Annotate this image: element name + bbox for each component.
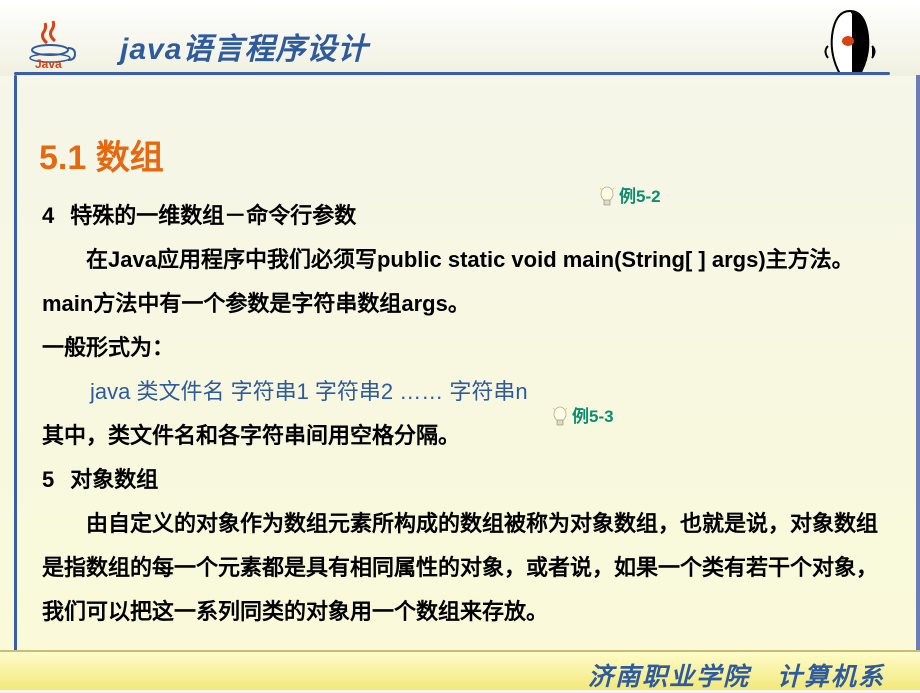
body-line: 在Java应用程序中我们必须写public static void main(S…	[42, 238, 890, 282]
subsection-number: 4	[42, 194, 54, 238]
subsection-4: 4 特殊的一维数组－命令行参数 在Java应用程序中我们必须写public st…	[42, 194, 890, 370]
java-logo-icon: Java	[25, 18, 87, 68]
header-bar: Java java语言程序设计	[0, 0, 920, 76]
lightbulb-icon	[597, 186, 617, 210]
example-label: 例5-2	[619, 187, 661, 206]
lightbulb-icon	[550, 406, 570, 430]
body-line: main方法中有一个参数是字符串数组args。	[42, 282, 890, 326]
footer-text: 济南职业学院 计算机系	[588, 657, 885, 693]
footer-dept: 计算机系	[777, 663, 885, 691]
duke-mascot-icon	[820, 6, 880, 82]
subsection-5: 5 对象数组 由自定义的对象作为数组元素所构成的数组被称为对象数组，也就是说，对…	[42, 458, 890, 634]
body-paragraph: 由自定义的对象作为数组元素所构成的数组被称为对象数组，也就是说，对象数组是指数组…	[42, 502, 890, 634]
page-title: java语言程序设计	[120, 24, 368, 68]
subsection-title: 特殊的一维数组－命令行参数	[70, 194, 356, 238]
svg-text:Java: Java	[35, 57, 62, 68]
body-line: 一般形式为：	[42, 326, 890, 370]
example-link-5-3[interactable]: 例5-3	[550, 402, 614, 430]
section-title: 5.1 数组	[39, 130, 890, 179]
footer-bar: 济南职业学院 计算机系	[0, 650, 920, 690]
right-divider	[916, 75, 920, 685]
example-link-5-2[interactable]: 例5-2	[597, 182, 661, 210]
subsection-title: 对象数组	[70, 458, 158, 502]
footer-school: 济南职业学院	[588, 663, 750, 691]
subsection-number: 5	[42, 458, 54, 502]
example-label: 例5-3	[572, 407, 614, 426]
main-content: 5.1 数组 例5-2 4 特殊的一维数组－命令行参数 在Java应用程序中我们…	[42, 130, 890, 634]
code-sample: java 类文件名 字符串1 字符串2 …… 字符串n	[90, 370, 890, 414]
header-divider	[14, 72, 890, 75]
body-line: 其中，类文件名和各字符串间用空格分隔。	[42, 414, 890, 458]
left-divider	[14, 75, 17, 651]
